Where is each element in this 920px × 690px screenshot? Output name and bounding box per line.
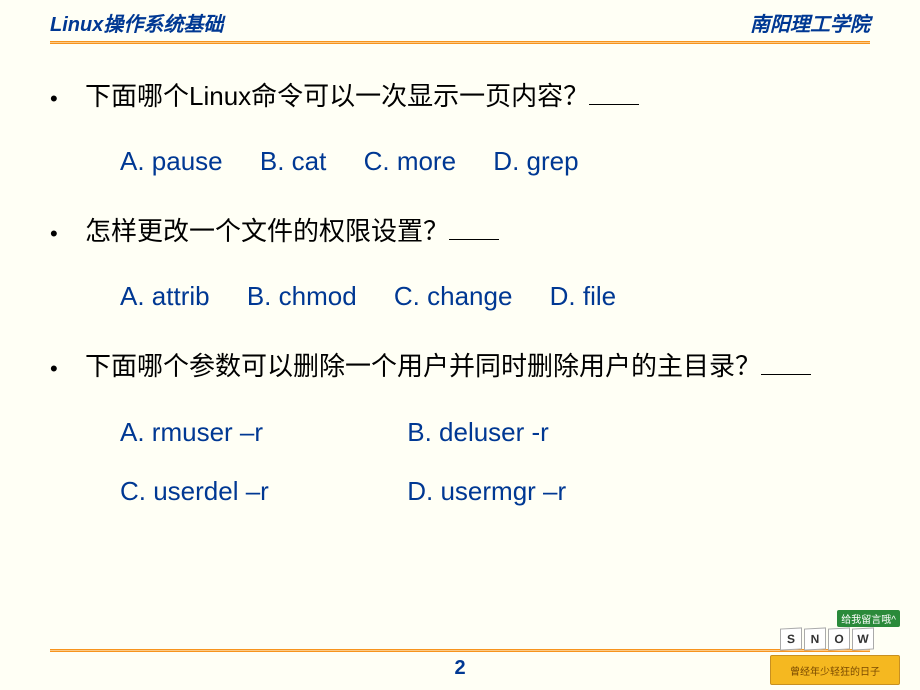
option-c: C. more xyxy=(364,142,456,181)
bullet-icon: • xyxy=(50,344,85,387)
header-title-left: Linux操作系统基础 xyxy=(50,8,223,37)
cube-s: S xyxy=(780,627,802,650)
question-block-3: • 下面哪个参数可以删除一个用户并同时删除用户的主目录？ A. rmuser –… xyxy=(50,344,870,510)
question-text: 怎样更改一个文件的权限设置？ xyxy=(85,216,449,246)
slide-header: Linux操作系统基础 南阳理工学院 xyxy=(0,0,920,37)
option-d: D. file xyxy=(550,277,616,316)
cube-o: O xyxy=(828,627,850,650)
option-row: C. userdel –r D. usermgr –r xyxy=(120,472,870,511)
option-c: C. userdel –r xyxy=(120,472,370,511)
option-d: D. grep xyxy=(493,142,578,181)
question-block-1: • 下面哪个Linux命令可以一次显示一页内容？ A. pause B. cat… xyxy=(50,74,870,181)
bullet-icon: • xyxy=(50,74,85,117)
options-1: A. pause B. cat C. more D. grep xyxy=(50,142,870,181)
content-area: • 下面哪个Linux命令可以一次显示一页内容？ A. pause B. cat… xyxy=(0,44,920,511)
bullet-icon: • xyxy=(50,209,85,252)
question-1: • 下面哪个Linux命令可以一次显示一页内容？ xyxy=(50,74,870,118)
option-b: B. chmod xyxy=(247,277,357,316)
option-a: A. attrib xyxy=(120,277,210,316)
option-c: C. change xyxy=(394,277,513,316)
answer-blank xyxy=(589,81,639,105)
question-text: 下面哪个参数可以删除一个用户并同时删除用户的主目录？ xyxy=(85,351,761,381)
options-2: A. attrib B. chmod C. change D. file xyxy=(50,277,870,316)
footer-decoration: 给我留言哦^ S N O W 曾经年少轻狂的日子 xyxy=(760,610,910,685)
answer-blank xyxy=(761,351,811,375)
option-b: B. deluser -r xyxy=(407,413,657,452)
option-d: D. usermgr –r xyxy=(407,472,657,511)
decoration-label: 给我留言哦^ xyxy=(837,610,900,627)
answer-blank xyxy=(449,216,499,240)
options-3: A. rmuser –r B. deluser -r C. userdel –r… xyxy=(50,413,870,511)
question-3: • 下面哪个参数可以删除一个用户并同时删除用户的主目录？ xyxy=(50,344,870,388)
question-text: 下面哪个Linux命令可以一次显示一页内容？ xyxy=(85,81,589,111)
cube-w: W xyxy=(852,627,874,650)
decoration-book: 曾经年少轻狂的日子 xyxy=(770,655,900,685)
cube-n: N xyxy=(804,627,826,650)
option-row: A. rmuser –r B. deluser -r xyxy=(120,413,870,452)
option-b: B. cat xyxy=(260,142,326,181)
question-2: • 怎样更改一个文件的权限设置？ xyxy=(50,209,870,253)
divider-bottom xyxy=(50,649,870,652)
option-a: A. pause xyxy=(120,142,223,181)
header-title-right: 南阳理工学院 xyxy=(750,8,870,37)
decoration-cubes: S N O W xyxy=(780,628,874,650)
question-block-2: • 怎样更改一个文件的权限设置？ A. attrib B. chmod C. c… xyxy=(50,209,870,316)
option-a: A. rmuser –r xyxy=(120,413,370,452)
